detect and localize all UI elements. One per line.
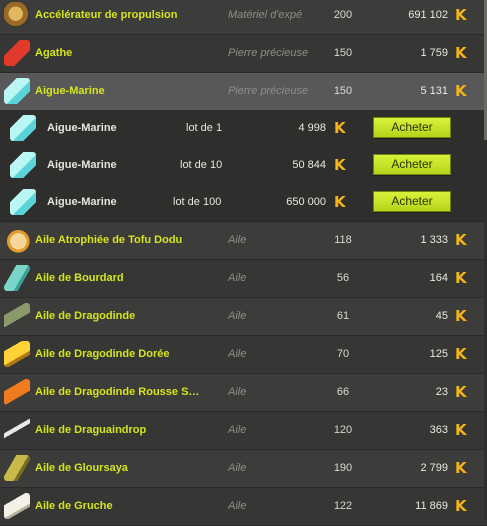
item-level: 122 [333,500,353,512]
item-category: Aile [228,386,247,398]
item-list: Accélérateur de propulsion Matériel d'ex… [0,0,487,526]
lot-row: Aigue-Marine lot de 1 4 998 K Acheter [0,110,487,148]
kama-icon: K [455,44,467,62]
aquamarine-gem-icon [10,115,36,141]
item-name: Agathe [35,47,73,59]
buy-button[interactable]: Acheter [373,117,451,138]
kama-icon: K [334,156,346,174]
item-level: 66 [336,386,350,398]
kama-icon: K [455,383,467,401]
item-price: 125 [429,348,448,360]
kama-icon: K [455,421,467,439]
item-name: Aile de Gloursaya [35,462,128,474]
lot-size: lot de 100 [173,196,222,208]
lot-price: 50 844 [292,159,326,171]
kama-icon: K [455,497,467,515]
item-level: 118 [334,234,352,246]
item-name: Aile de Draguaindrop [35,424,147,436]
item-level: 150 [333,85,353,97]
item-price: 363 [429,424,448,436]
item-level: 120 [333,424,353,436]
lot-price: 4 998 [298,122,326,134]
item-category: Aile [228,234,247,246]
item-price: 5 131 [420,85,448,97]
item-name: Aile Atrophiée de Tofu Dodu [35,234,183,246]
item-row[interactable]: Aile Atrophiée de Tofu Dodu Aile 118 1 3… [0,222,487,260]
item-row[interactable]: Aile de Draguaindrop Aile 120 363 K [0,412,487,450]
item-row[interactable]: Aile de Dragodinde Rousse S… Aile 66 23 … [0,374,487,412]
item-row[interactable]: Aile de Gruche Aile 122 11 869 K [0,488,487,526]
kama-icon: K [334,119,346,137]
lot-item-name: Aigue-Marine [47,159,117,171]
gloursaya-wing-icon [4,455,30,481]
kama-icon: K [455,345,467,363]
item-level: 56 [336,272,350,284]
item-price: 23 [435,386,448,398]
item-row-selected[interactable]: Aigue-Marine Pierre précieuse 150 5 131 … [0,73,487,111]
kama-icon: K [455,6,467,24]
draguaindrop-wing-icon [4,417,30,443]
item-price: 1 333 [420,234,448,246]
agate-gem-icon [4,40,30,66]
aquamarine-gem-icon [10,152,36,178]
bourdard-wing-icon [4,265,30,291]
item-level: 61 [336,310,350,322]
accelerator-icon [4,2,30,28]
lot-item-name: Aigue-Marine [47,122,117,134]
item-name: Aile de Dragodinde [35,310,136,322]
item-category: Aile [228,310,247,322]
item-row[interactable]: Aile de Bourdard Aile 56 164 K [0,260,487,298]
item-name: Accélérateur de propulsion [35,9,178,21]
item-level: 200 [333,9,353,21]
item-category: Pierre précieuse [228,47,309,59]
item-row[interactable]: Aile de Dragodinde Aile 61 45 K [0,298,487,336]
lot-row: Aigue-Marine lot de 10 50 844 K Acheter [0,147,487,185]
item-price: 1 759 [420,47,448,59]
item-level: 190 [333,462,353,474]
lot-size: lot de 1 [186,122,223,134]
red-dragodinde-wing-icon [4,379,30,405]
golden-dragodinde-wing-icon [4,341,30,367]
tofu-wing-icon [4,227,30,253]
lot-price: 650 000 [286,196,326,208]
item-price: 11 869 [415,500,448,512]
item-category: Aile [228,424,247,436]
lot-row: Aigue-Marine lot de 100 650 000 K Achete… [0,184,487,222]
item-row[interactable]: Accélérateur de propulsion Matériel d'ex… [0,0,487,35]
aquamarine-gem-icon [4,78,30,104]
item-name: Aile de Dragodinde Dorée [35,348,170,360]
item-price: 2 799 [420,462,448,474]
item-price: 691 102 [408,9,448,21]
item-price: 164 [429,272,448,284]
kama-icon: K [455,307,467,325]
kama-icon: K [455,269,467,287]
item-row[interactable]: Aile de Gloursaya Aile 190 2 799 K [0,450,487,488]
item-level: 70 [336,348,350,360]
kama-icon: K [455,82,467,100]
kama-icon: K [455,459,467,477]
item-row[interactable]: Aile de Dragodinde Dorée Aile 70 125 K [0,336,487,374]
item-category: Aile [228,500,247,512]
kama-icon: K [455,231,467,249]
item-category: Aile [228,272,247,284]
item-name: Aigue-Marine [35,85,105,97]
gruche-wing-icon [4,493,30,519]
dragodinde-wing-icon [4,303,30,329]
item-name: Aile de Dragodinde Rousse S… [35,386,200,398]
buy-button[interactable]: Acheter [373,154,451,175]
item-category: Pierre précieuse [228,85,309,97]
item-price: 45 [435,310,448,322]
item-category: Aile [228,462,247,474]
item-name: Aile de Bourdard [35,272,124,284]
item-row[interactable]: Agathe Pierre précieuse 150 1 759 K [0,35,487,73]
buy-button[interactable]: Acheter [373,191,451,212]
item-category: Matériel d'expé [228,9,303,21]
kama-icon: K [334,193,346,211]
item-name: Aile de Gruche [35,500,113,512]
lot-size: lot de 10 [180,159,223,171]
item-category: Aile [228,348,247,360]
aquamarine-gem-icon [10,189,36,215]
lot-item-name: Aigue-Marine [47,196,117,208]
item-level: 150 [333,47,353,59]
